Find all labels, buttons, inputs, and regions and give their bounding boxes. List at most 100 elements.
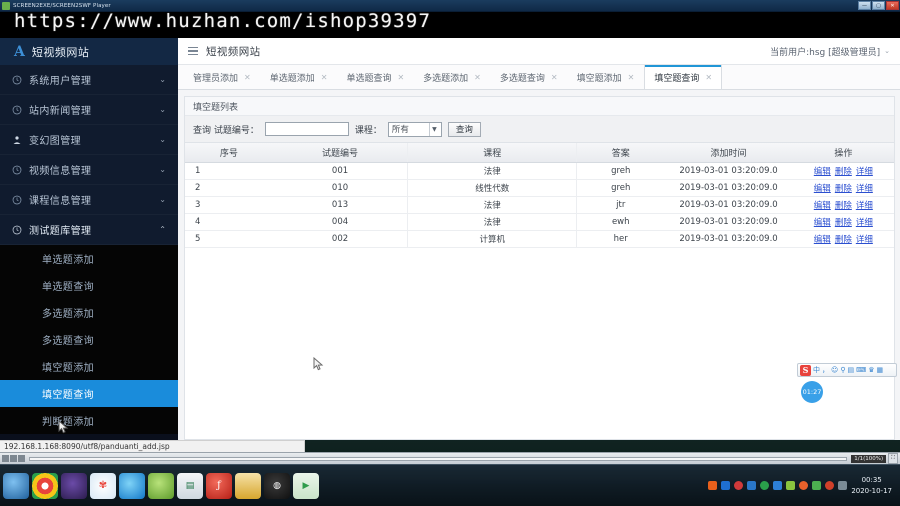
detail-link[interactable]: 详细 — [856, 182, 873, 194]
eclipse-icon[interactable] — [61, 472, 87, 499]
minimize-button[interactable]: — — [858, 1, 871, 10]
close-button[interactable]: ✕ — [886, 1, 899, 10]
ime-menu-icon[interactable]: ▦ — [876, 366, 883, 374]
tray-icon[interactable] — [721, 481, 731, 490]
delete-link[interactable]: 删除 — [835, 199, 852, 211]
tab-single-add[interactable]: 单选题添加 ✕ — [261, 65, 338, 89]
taskbar-clock[interactable]: 00:35 2020-10-17 — [851, 475, 896, 495]
tray-icon[interactable] — [825, 481, 835, 490]
close-icon[interactable]: ✕ — [244, 73, 251, 82]
delete-link[interactable]: 删除 — [835, 165, 852, 177]
close-icon[interactable]: ✕ — [551, 73, 558, 82]
sidebar-subitem-single-query[interactable]: 单选题查询 — [0, 272, 178, 299]
table-row[interactable]: 4 004 法律 ewh 2019-03-01 03:20:09.0 编辑 删除… — [185, 213, 894, 231]
tray-volume-icon[interactable] — [773, 481, 783, 490]
tray-icon[interactable] — [734, 481, 744, 490]
table-row[interactable]: 3 013 法律 jtr 2019-03-01 03:20:09.0 编辑 删除… — [185, 196, 894, 214]
detail-link[interactable]: 详细 — [856, 199, 873, 211]
tray-shield-icon[interactable] — [747, 481, 757, 490]
player-fullscreen-button[interactable]: ⛶ — [888, 453, 898, 464]
sidebar-subitem-blank-query[interactable]: 填空题查询 — [0, 380, 178, 407]
pause-icon[interactable] — [10, 455, 17, 462]
detail-link[interactable]: 详细 — [856, 233, 873, 245]
close-icon[interactable]: ✕ — [321, 73, 328, 82]
edit-link[interactable]: 编辑 — [814, 233, 831, 245]
sidebar-subitem-multi-query[interactable]: 多选题查询 — [0, 326, 178, 353]
course-label: 课程： — [354, 125, 382, 136]
flash-icon[interactable]: ƒ — [206, 472, 232, 499]
tab-blank-query[interactable]: 填空题查询 ✕ — [644, 65, 723, 89]
menu-icon[interactable] — [188, 46, 198, 56]
close-icon[interactable]: ✕ — [474, 73, 481, 82]
table-row[interactable]: 1 001 法律 greh 2019-03-01 03:20:09.0 编辑 删… — [185, 162, 894, 180]
sidebar-label: 系统用户管理 — [29, 76, 92, 87]
ime-toolbar[interactable]: S 中 ， ☺ ⚲ ▤ ⌨ ♛ ▦ — [797, 363, 897, 377]
app-icon[interactable]: ✾ — [90, 472, 116, 499]
ime-voice-icon[interactable]: ⚲ — [840, 366, 845, 374]
qq-icon[interactable]: ◍ — [264, 472, 290, 499]
360-browser-icon[interactable] — [119, 472, 145, 499]
ime-skin-icon[interactable]: ♛ — [868, 366, 874, 374]
sidebar-item-system-users[interactable]: 系统用户管理 ⌄ — [0, 65, 178, 95]
sidebar-subitem-multi-add[interactable]: 多选题添加 — [0, 299, 178, 326]
edit-link[interactable]: 编辑 — [814, 165, 831, 177]
edit-link[interactable]: 编辑 — [814, 216, 831, 228]
powerpoint-icon[interactable]: ▶ — [293, 472, 319, 499]
edit-link[interactable]: 编辑 — [814, 182, 831, 194]
stop-icon[interactable] — [18, 455, 25, 462]
search-submit-button[interactable]: 查询 — [447, 121, 481, 137]
folder-icon[interactable] — [235, 472, 261, 499]
search-code-input[interactable] — [264, 122, 349, 136]
maximize-button[interactable]: ▢ — [872, 1, 885, 10]
excel-icon[interactable]: ▤ — [177, 472, 203, 499]
ime-chinese-mode-icon[interactable]: 中 — [813, 365, 820, 375]
cell-code: 002 — [272, 230, 409, 248]
delete-link[interactable]: 删除 — [835, 182, 852, 194]
sidebar-label: 站内新闻管理 — [29, 106, 92, 117]
sidebar-item-course-info[interactable]: 课程信息管理 ⌄ — [0, 185, 178, 215]
sidebar-subitem-judge-add[interactable]: 判断题添加 — [0, 407, 178, 434]
close-icon[interactable]: ✕ — [397, 73, 404, 82]
table-row[interactable]: 2 010 线性代数 greh 2019-03-01 03:20:09.0 编辑… — [185, 179, 894, 197]
course-select[interactable]: 所有 ▼ — [387, 121, 442, 137]
sidebar-item-site-news[interactable]: 站内新闻管理 ⌄ — [0, 95, 178, 125]
player-buttons[interactable] — [0, 455, 25, 462]
sidebar-sublabel: 填空题添加 — [42, 363, 94, 374]
player-seek-bar[interactable] — [29, 456, 848, 461]
ime-toolbox-icon[interactable]: ▤ — [847, 366, 854, 374]
tab-multi-query[interactable]: 多选题查询 ✕ — [491, 65, 568, 89]
current-user-menu[interactable]: 当前用户:hsg [超级管理员] ⌄ — [770, 45, 890, 58]
detail-link[interactable]: 详细 — [856, 216, 873, 228]
sidebar-subitem-single-add[interactable]: 单选题添加 — [0, 245, 178, 272]
tab-blank-add[interactable]: 填空题添加 ✕ — [568, 65, 645, 89]
detail-link[interactable]: 详细 — [856, 165, 873, 177]
sidebar-item-banner-images[interactable]: 变幻图管理 ⌄ — [0, 125, 178, 155]
tab-label: 多选题添加 — [423, 73, 469, 84]
tab-single-query[interactable]: 单选题查询 ✕ — [337, 65, 414, 89]
sidebar-subitem-blank-add[interactable]: 填空题添加 — [0, 353, 178, 380]
ime-emoji-icon[interactable]: ☺ — [831, 366, 838, 374]
tray-icon[interactable] — [812, 481, 822, 490]
ime-punctuation-icon[interactable]: ， — [822, 365, 829, 375]
tab-multi-add[interactable]: 多选题添加 ✕ — [414, 65, 491, 89]
sidebar-item-question-bank[interactable]: 测试题库管理 ⌃ — [0, 215, 178, 245]
leaf-app-icon[interactable] — [148, 472, 174, 499]
tray-network-icon[interactable] — [838, 481, 848, 490]
chrome-icon[interactable] — [32, 472, 58, 499]
close-icon[interactable]: ✕ — [628, 73, 635, 82]
play-icon[interactable] — [2, 455, 9, 462]
tab-admin-add[interactable]: 管理员添加 ✕ — [184, 65, 261, 89]
tray-icon[interactable] — [799, 481, 809, 490]
tray-icon[interactable] — [760, 481, 770, 490]
close-icon[interactable]: ✕ — [705, 73, 712, 82]
delete-link[interactable]: 删除 — [835, 233, 852, 245]
tray-icon[interactable] — [786, 481, 796, 490]
edit-link[interactable]: 编辑 — [814, 199, 831, 211]
tray-icon[interactable] — [708, 481, 718, 490]
sidebar-item-video-info[interactable]: 视频信息管理 ⌄ — [0, 155, 178, 185]
delete-link[interactable]: 删除 — [835, 216, 852, 228]
start-orb-icon[interactable] — [3, 472, 29, 499]
ime-keyboard-icon[interactable]: ⌨ — [856, 366, 866, 374]
table-row[interactable]: 5 002 计算机 her 2019-03-01 03:20:09.0 编辑 删… — [185, 230, 894, 248]
brand-header: A 短视频网站 — [0, 38, 178, 65]
